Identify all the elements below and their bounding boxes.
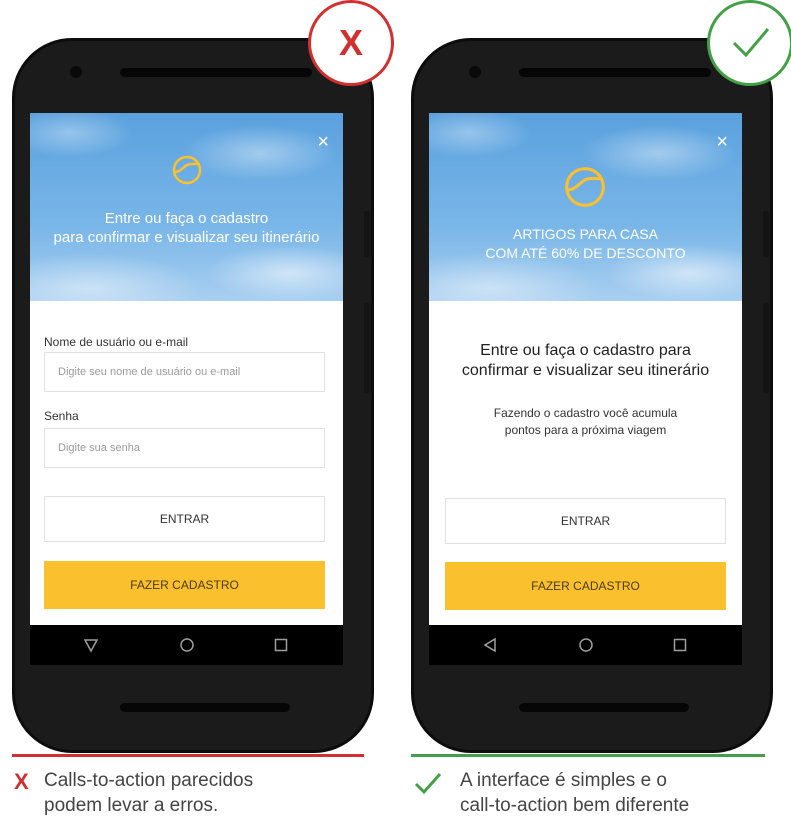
login-screen-left: × Entre ou faça o cadastro para confirma… — [30, 113, 343, 625]
promo-line2: COM ATÉ 60% DE DESCONTO — [485, 245, 686, 261]
right-caption: A interface é simples e o call-to-action… — [460, 768, 689, 818]
speaker-grille — [120, 68, 312, 77]
recent-square-icon[interactable] — [671, 636, 689, 654]
hero-title-line2: para confirmar e visualizar seu itinerár… — [53, 229, 320, 246]
login-button[interactable]: ENTRAR — [445, 498, 726, 544]
main-title: Entre ou faça o cadastro para confirmar … — [429, 341, 742, 381]
home-circle-icon[interactable] — [178, 636, 196, 654]
slashed-circle-icon — [565, 167, 605, 207]
power-button — [364, 303, 370, 393]
right-badge — [707, 0, 791, 86]
back-triangle-icon[interactable] — [82, 636, 100, 654]
hero-banner: × Entre ou faça o cadastro para confirma… — [30, 113, 343, 301]
wrong-caption: Calls-to-action parecidos podem levar a … — [44, 768, 253, 818]
close-icon[interactable]: × — [317, 132, 329, 152]
phone-left: × Entre ou faça o cadastro para confirma… — [12, 38, 374, 753]
wrong-badge: X — [308, 0, 394, 86]
power-button — [763, 303, 769, 393]
promo-line1: ARTIGOS PARA CASA — [513, 226, 658, 242]
recent-square-icon[interactable] — [272, 636, 290, 654]
checkmark-icon — [732, 28, 770, 58]
home-circle-icon[interactable] — [577, 636, 595, 654]
volume-button — [364, 211, 370, 257]
bottom-speaker — [120, 703, 290, 712]
x-mark-icon: X — [14, 769, 29, 794]
right-caption-line1: A interface é simples e o — [460, 770, 667, 791]
username-input[interactable]: Digite seu nome de usuário ou e-mail — [44, 352, 325, 392]
volume-button — [763, 211, 769, 257]
back-triangle-icon[interactable] — [481, 636, 499, 654]
x-mark-icon: X — [338, 22, 363, 63]
subtitle-line1: Fazendo o cadastro você acumula — [493, 406, 678, 420]
hero-title-line1: Entre ou faça o cadastro — [104, 210, 269, 227]
login-screen-right: × ARTIGOS PARA CASA COM ATÉ 60% DE DESCO… — [429, 113, 742, 625]
android-nav-bar — [30, 625, 343, 665]
phone-right: × ARTIGOS PARA CASA COM ATÉ 60% DE DESCO… — [411, 38, 773, 753]
signup-button[interactable]: FAZER CADASTRO — [445, 562, 726, 610]
login-button[interactable]: ENTRAR — [44, 496, 325, 542]
right-caption-line2: call-to-action bem diferente — [460, 795, 690, 816]
speaker-grille — [519, 68, 711, 77]
wrong-underline — [12, 754, 364, 757]
close-icon[interactable]: × — [716, 132, 728, 152]
subtitle-line2: pontos para a próxima viagem — [504, 423, 667, 437]
password-input[interactable]: Digite sua senha — [44, 428, 325, 468]
password-label: Senha — [44, 409, 79, 423]
wrong-caption-line1: Calls-to-action parecidos — [44, 770, 254, 791]
main-title-line1: Entre ou faça o cadastro para — [480, 342, 691, 359]
subtitle: Fazendo o cadastro você acumula pontos p… — [429, 405, 742, 439]
slashed-circle-icon — [172, 155, 202, 185]
wrong-caption-line2: podem levar a erros. — [44, 795, 219, 816]
right-underline — [411, 754, 765, 757]
front-camera — [469, 66, 481, 78]
front-camera — [70, 66, 82, 78]
signup-button[interactable]: FAZER CADASTRO — [44, 561, 325, 609]
bottom-speaker — [519, 703, 689, 712]
username-label: Nome de usuário ou e-mail — [44, 335, 189, 349]
android-nav-bar — [429, 625, 742, 665]
checkmark-icon — [414, 773, 442, 795]
promo-banner: × ARTIGOS PARA CASA COM ATÉ 60% DE DESCO… — [429, 113, 742, 301]
main-title-line2: confirmar e visualizar seu itinerário — [461, 362, 710, 379]
